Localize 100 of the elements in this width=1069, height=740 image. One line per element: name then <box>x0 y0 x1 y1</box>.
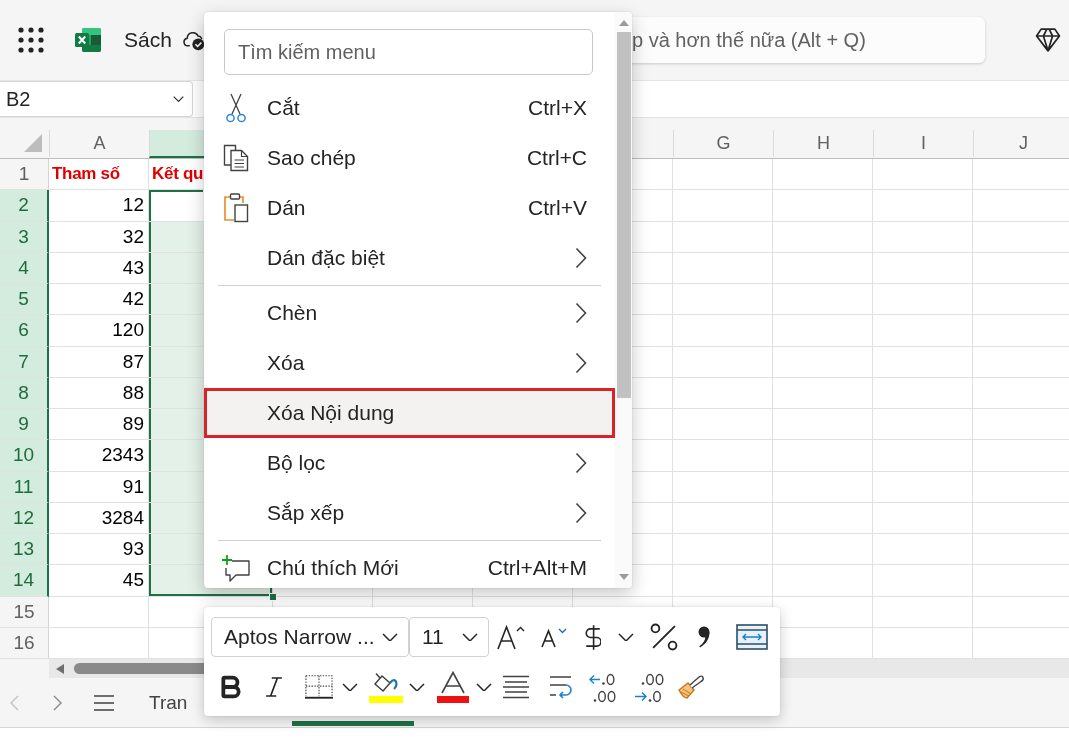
chevron-down-icon[interactable] <box>462 632 478 642</box>
row-header[interactable]: 5 <box>0 284 49 316</box>
font-size-dropdown[interactable]: 11 <box>409 617 489 657</box>
menu-item[interactable]: Dán đặc biệt <box>204 233 615 283</box>
row-header[interactable]: 13 <box>0 534 49 566</box>
column-header[interactable]: H <box>773 130 873 158</box>
row-header[interactable]: 7 <box>0 346 49 378</box>
table-cell <box>149 440 204 472</box>
horizontal-scrollbar[interactable] <box>49 659 204 678</box>
spreadsheet-logo-icon[interactable] <box>75 27 101 53</box>
font-color-icon[interactable] <box>437 671 469 703</box>
fill-handle[interactable] <box>269 592 277 601</box>
table-cell: 88 <box>49 377 149 409</box>
bold-icon[interactable] <box>221 675 241 699</box>
column-header[interactable]: I <box>873 130 973 158</box>
table-cell <box>632 471 673 503</box>
dollar-icon[interactable] <box>585 623 601 651</box>
copy-icon <box>223 144 249 172</box>
table-cell <box>149 502 204 534</box>
column-header[interactable]: G <box>673 130 773 158</box>
table-cell: 91 <box>49 471 149 503</box>
table-cell: 3284 <box>49 502 149 534</box>
font-name-dropdown[interactable]: Aptos Narrow ... <box>211 617 409 657</box>
row-header[interactable]: 3 <box>0 221 49 253</box>
table-cell: 93 <box>49 534 149 566</box>
table-cell <box>632 252 673 284</box>
shortcut-text: Ctrl+Alt+M <box>487 556 587 580</box>
shrink-font-icon[interactable] <box>541 626 567 648</box>
chevron-down-icon[interactable] <box>409 682 425 692</box>
table-cell: 12 <box>49 190 149 222</box>
menu-item[interactable]: Dán Ctrl+V <box>204 183 615 233</box>
table-cell <box>149 377 204 409</box>
table-cell: 32 <box>49 221 149 253</box>
chevron-down-icon[interactable] <box>618 632 634 642</box>
menu-item[interactable]: Chú thích Mới Ctrl+Alt+M <box>204 543 615 588</box>
diamond-icon[interactable] <box>1035 28 1061 52</box>
format-painter-icon[interactable] <box>677 674 705 700</box>
row-header[interactable]: 11 <box>0 471 49 503</box>
scissors-icon <box>225 93 247 123</box>
row-header[interactable]: 15 <box>0 596 49 628</box>
row-header[interactable]: 8 <box>0 377 49 409</box>
menu-item[interactable]: Bộ lọc <box>204 438 615 488</box>
menu-item[interactable]: Sao chép Ctrl+C <box>204 133 615 183</box>
row-header[interactable]: 1 <box>0 159 49 191</box>
chevron-right-icon[interactable] <box>53 694 62 711</box>
sheet-tab[interactable]: Tran <box>136 678 192 727</box>
menu-scrollbar[interactable] <box>615 12 632 588</box>
scroll-down-arrow-icon[interactable] <box>618 574 629 580</box>
fill-color-icon[interactable] <box>369 671 403 703</box>
table-cell <box>632 315 673 347</box>
grow-font-icon[interactable] <box>497 624 525 650</box>
borders-icon[interactable] <box>305 674 333 700</box>
chevron-down-icon[interactable] <box>342 682 358 692</box>
menu-item[interactable]: Xóa Nội dung <box>204 388 615 438</box>
decrease-decimal-icon[interactable] <box>634 671 666 703</box>
table-cell <box>632 502 673 534</box>
row-header[interactable]: 6 <box>0 315 49 347</box>
scroll-left-arrow-icon[interactable] <box>56 663 64 674</box>
row-header[interactable]: 4 <box>0 252 49 284</box>
menu-search-field[interactable]: Tìm kiếm menu <box>224 29 593 75</box>
table-cell <box>632 284 673 316</box>
menu-item[interactable]: Xóa <box>204 338 615 388</box>
merge-center-icon[interactable] <box>736 624 768 650</box>
chevron-down-icon[interactable] <box>173 96 184 103</box>
new-comment-icon <box>222 554 250 582</box>
table-cell <box>632 190 673 222</box>
table-cell: 45 <box>49 565 149 597</box>
menu-item[interactable]: Sắp xếp <box>204 488 615 538</box>
table-cell <box>632 534 673 566</box>
table-cell <box>149 252 204 284</box>
document-title[interactable]: Sách <box>124 28 172 52</box>
chevron-down-icon[interactable] <box>476 682 492 692</box>
table-cell <box>149 315 204 347</box>
menu-icon[interactable] <box>94 694 114 711</box>
scroll-up-arrow-icon[interactable] <box>618 20 629 26</box>
table-cell: 87 <box>49 346 149 378</box>
table-cell <box>149 471 204 503</box>
row-header[interactable]: 12 <box>0 502 49 534</box>
column-header[interactable] <box>149 130 204 158</box>
table-cell: 42 <box>49 284 149 316</box>
name-box[interactable]: B2 <box>0 81 193 117</box>
row-header[interactable]: 16 <box>0 627 49 659</box>
column-header[interactable]: J <box>973 130 1069 158</box>
align-icon[interactable] <box>502 675 530 699</box>
table-cell <box>632 409 673 441</box>
table-cell: 43 <box>49 252 149 284</box>
table-cell: Tham số <box>49 159 149 191</box>
menu-item[interactable]: Chèn <box>204 288 615 338</box>
comma-style-icon[interactable] <box>698 626 710 648</box>
app-launcher-icon[interactable] <box>18 27 44 53</box>
italic-icon[interactable] <box>265 676 283 698</box>
row-header[interactable]: 2 <box>0 190 49 222</box>
chevron-down-icon[interactable] <box>382 632 398 642</box>
row-header[interactable]: 9 <box>0 409 49 441</box>
cloud-check-icon[interactable] <box>182 29 205 51</box>
percent-icon[interactable] <box>649 623 679 651</box>
row-header[interactable]: 10 <box>0 440 49 472</box>
row-header[interactable]: 14 <box>0 565 49 597</box>
table-cell: 120 <box>49 315 149 347</box>
menu-item[interactable]: Cắt Ctrl+X <box>204 83 615 133</box>
